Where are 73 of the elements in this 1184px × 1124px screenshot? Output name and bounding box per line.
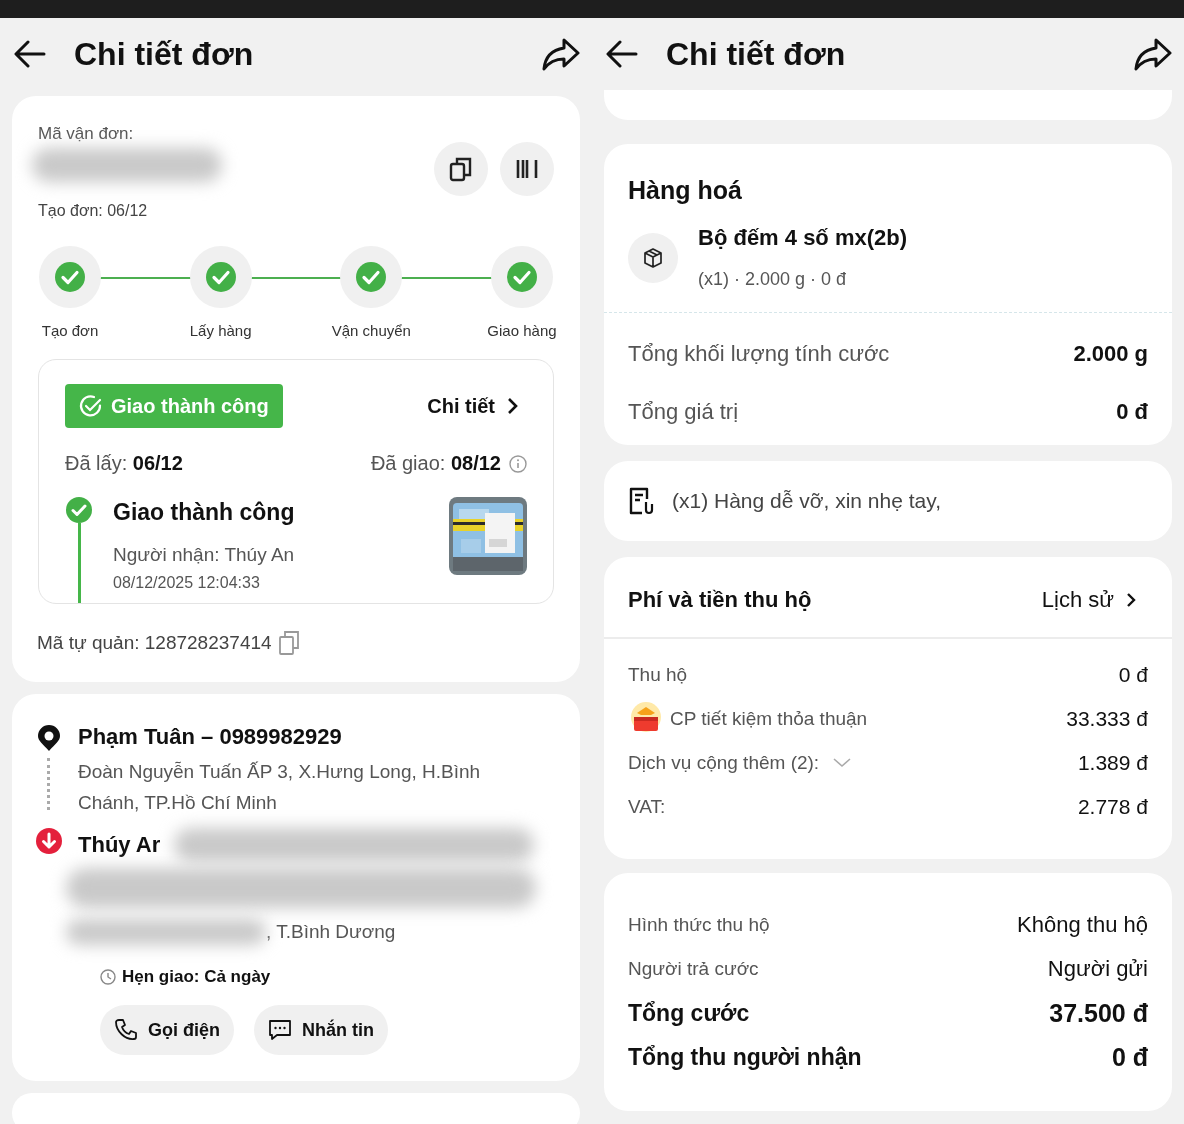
summary-value: 0 đ — [1111, 1042, 1148, 1072]
recipient-address: , T.Bình Dương — [266, 920, 396, 944]
route-line — [46, 758, 52, 810]
recipient-name: Thúy Ar — [78, 832, 161, 858]
step-label: Giao hàng — [487, 322, 557, 339]
total-value: 0 đ — [1116, 399, 1148, 425]
waybill-label: Mã vận đơn: — [38, 124, 135, 144]
summary-label: Người trả cước — [628, 958, 759, 980]
fee-label: Thu hộ — [628, 664, 688, 686]
self-code: Mã tự quản: 128728237414 — [37, 632, 272, 654]
info-icon — [509, 454, 527, 473]
check-icon — [205, 262, 236, 292]
fee-value: 33.333 đ — [1066, 707, 1148, 731]
step-label: Vận chuyển — [331, 322, 411, 339]
item-details: (x1) · 2.000 g · 0 đ — [698, 269, 848, 290]
fee-value: 1.389 đ — [1077, 751, 1148, 775]
sender-name: Phạm Tuân – 0989982929 — [78, 724, 343, 750]
page-title: Chi tiết đơn — [74, 35, 255, 73]
package-icon — [628, 232, 678, 283]
chat-icon — [268, 1019, 292, 1041]
check-icon — [356, 262, 387, 292]
summary-label: Tổng thu người nhận — [628, 1043, 862, 1071]
pickup-date: Đã lấy: 06/12 — [65, 452, 183, 475]
check-icon — [66, 497, 92, 523]
copy-icon — [449, 156, 473, 182]
pin-icon — [36, 724, 62, 752]
chevron-right-icon — [507, 397, 519, 415]
detail-link[interactable]: Chi tiết — [427, 394, 519, 418]
note-text: (x1) Hàng dễ vỡ, xin nhẹ tay, — [672, 489, 941, 513]
history-link[interactable]: Lịch sử — [1041, 587, 1136, 613]
fee-label: Dịch vụ cộng thêm (2): — [628, 752, 820, 774]
fee-value: 2.778 đ — [1077, 795, 1148, 819]
back-icon[interactable] — [606, 40, 638, 68]
chevron-right-icon — [1126, 592, 1136, 608]
section-title: Hàng hoá — [628, 176, 743, 205]
check-circle-icon — [79, 394, 103, 418]
section-title: Phí và tiền thu hộ — [628, 587, 812, 613]
check-icon — [506, 262, 537, 292]
phone-icon — [114, 1018, 138, 1042]
fee-label: CP tiết kiệm thỏa thuận — [670, 708, 868, 730]
call-button[interactable]: Gọi điện — [100, 1005, 234, 1055]
total-label: Tổng giá trị — [628, 399, 739, 425]
note-icon — [628, 487, 654, 515]
summary-value: Không thu hộ — [1017, 912, 1148, 938]
fee-value: 0 đ — [1118, 663, 1148, 687]
message-button[interactable]: Nhắn tin — [254, 1005, 388, 1055]
step-label: Lấy hàng — [189, 322, 252, 339]
barcode-icon — [515, 158, 539, 180]
delivery-date: Đã giao: 08/12 — [370, 452, 501, 475]
created-date: Tạo đơn: 06/12 — [38, 202, 149, 220]
sender-address: Đoàn Nguyễn Tuấn ẤP 3, X.Hưng Long, H.Bình Chánh, TP.Hồ Chí Minh — [78, 760, 482, 815]
status-badge: Giao thành công — [65, 384, 283, 428]
summary-value: Người gửi — [1047, 956, 1148, 982]
summary-value: 37.500 đ — [1049, 998, 1148, 1028]
item-name: Bộ đếm 4 số mx(2b) — [698, 225, 908, 251]
step-label: Tạo đơn — [41, 322, 99, 339]
arrow-down-circle-icon — [36, 828, 62, 854]
total-label: Tổng khối lượng tính cước — [628, 341, 890, 367]
fee-label: VAT: — [628, 796, 666, 818]
share-icon[interactable] — [542, 37, 580, 71]
event-time: 08/12/2025 12:04:33 — [113, 574, 261, 592]
summary-label: Hình thức thu hộ — [628, 914, 770, 936]
recipient-name: Người nhận: Thúy An — [113, 544, 296, 566]
page-title: Chi tiết đơn — [666, 35, 847, 73]
back-icon[interactable] — [14, 40, 46, 68]
clock-icon — [100, 969, 116, 985]
copy-icon[interactable] — [277, 630, 300, 656]
check-icon — [55, 262, 85, 292]
total-value: 2.000 g — [1073, 341, 1148, 367]
summary-label: Tổng cước — [628, 999, 750, 1027]
share-icon[interactable] — [1134, 37, 1172, 71]
delivery-schedule: Hẹn giao: Cả ngày — [122, 967, 271, 987]
event-title: Giao thành công — [113, 499, 296, 526]
